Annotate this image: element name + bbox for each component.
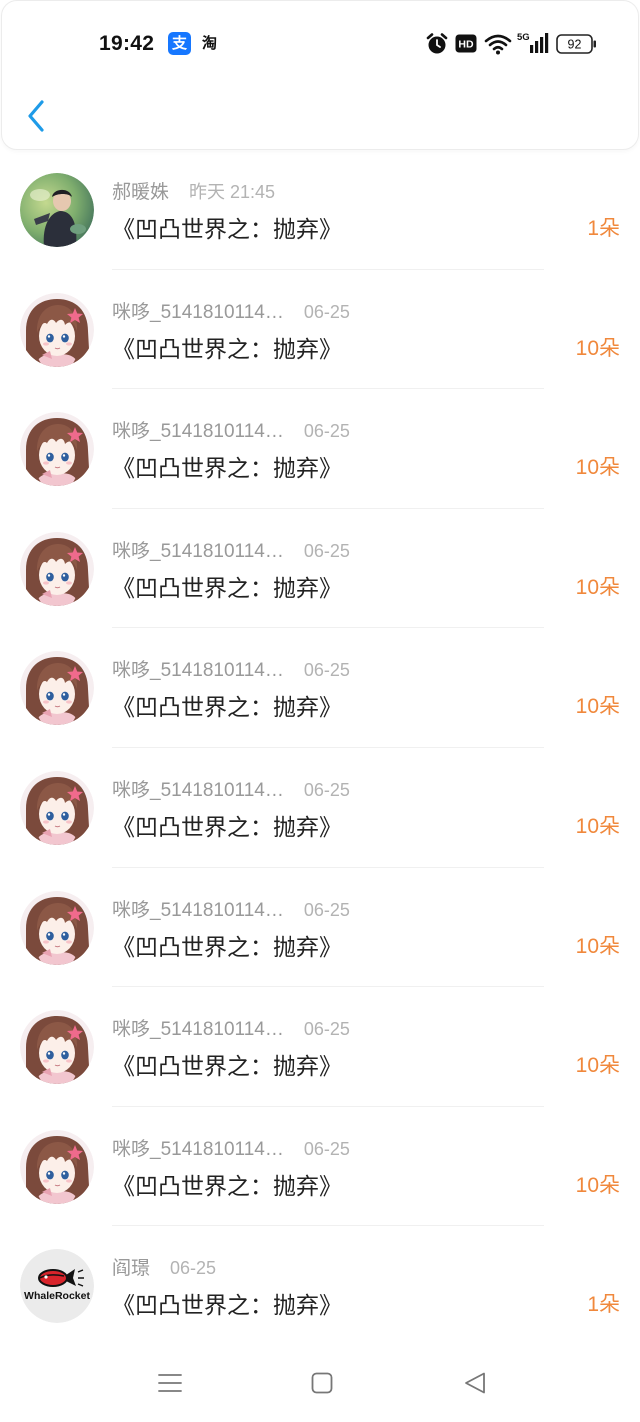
header: 19:42 支 淘 HD 5G 92 xyxy=(1,0,639,150)
anime-girl-avatar[interactable] xyxy=(20,771,94,845)
work-title: 《凹凸世界之：抛弃》 xyxy=(112,1172,342,1199)
hd-badge-icon: HD xyxy=(455,34,477,53)
gift-amount: 10朵 xyxy=(575,456,620,480)
meta-row: 咪哆_5141810114… 06-25 xyxy=(112,419,350,443)
meta-row: 咪哆_5141810114… 06-25 xyxy=(112,300,350,324)
list-item[interactable]: 咪哆_5141810114… 06-25 《凹凸世界之：抛弃》 10朵 xyxy=(0,748,640,868)
work-title: 《凹凸世界之：抛弃》 xyxy=(112,574,342,601)
gift-record-list: 郝暖姝 昨天 21:45 《凹凸世界之：抛弃》 1朵 咪哆_5141810114…… xyxy=(0,150,640,1346)
send-time: 06-25 xyxy=(303,779,350,800)
chevron-left-icon[interactable] xyxy=(22,97,52,135)
anime-girl-avatar[interactable] xyxy=(20,1010,94,1084)
svg-text:HD: HD xyxy=(458,39,474,51)
gift-amount: 10朵 xyxy=(575,695,620,719)
work-title: 《凹凸世界之：抛弃》 xyxy=(112,455,342,482)
list-item[interactable]: 咪哆_5141810114… 06-25 《凹凸世界之：抛弃》 10朵 xyxy=(0,389,640,509)
back-triangle-icon[interactable] xyxy=(462,1370,488,1396)
sender-name: 郝暖姝 xyxy=(112,182,170,203)
send-time: 06-25 xyxy=(303,660,350,681)
meta-row: 咪哆_5141810114… 06-25 xyxy=(112,1017,350,1041)
home-square-icon[interactable] xyxy=(309,1370,335,1396)
meta-row: 咪哆_5141810114… 06-25 xyxy=(112,778,350,802)
menu-icon[interactable] xyxy=(157,1370,183,1396)
work-title: 《凹凸世界之：抛弃》 xyxy=(112,694,342,721)
list-item[interactable]: 咪哆_5141810114… 06-25 《凹凸世界之：抛弃》 10朵 xyxy=(0,987,640,1107)
svg-text:5G: 5G xyxy=(517,32,530,43)
system-nav-bar xyxy=(0,1346,640,1422)
cellular-signal-icon: 5G xyxy=(517,32,549,53)
alipay-icon: 支 xyxy=(168,32,191,55)
photo-avatar[interactable] xyxy=(20,173,94,247)
send-time: 06-25 xyxy=(303,899,350,920)
work-title: 《凹凸世界之：抛弃》 xyxy=(112,1292,342,1319)
alarm-icon xyxy=(426,33,448,54)
svg-text:92: 92 xyxy=(568,38,582,52)
sender-name: 咪哆_5141810114… xyxy=(112,1019,284,1041)
gift-records-screen: 19:42 支 淘 HD 5G 92 郝暖姝 昨天 21:45 《凹凸世界之：抛… xyxy=(0,0,640,1422)
wifi-icon xyxy=(484,34,512,55)
gift-amount: 1朵 xyxy=(587,217,620,240)
send-time: 昨天 21:45 xyxy=(189,182,276,202)
sender-name: 咪哆_5141810114… xyxy=(112,1138,284,1160)
sender-name: 阎璟 xyxy=(112,1258,151,1280)
meta-row: 咪哆_5141810114… 06-25 xyxy=(112,898,350,922)
list-item[interactable]: 咪哆_5141810114… 06-25 《凹凸世界之：抛弃》 10朵 xyxy=(0,270,640,390)
send-time: 06-25 xyxy=(170,1258,217,1279)
gift-amount: 10朵 xyxy=(575,336,620,360)
send-time: 06-25 xyxy=(303,301,350,322)
send-time: 06-25 xyxy=(303,1019,350,1040)
anime-girl-avatar[interactable] xyxy=(20,532,94,606)
sender-name: 咪哆_5141810114… xyxy=(112,540,284,562)
work-title: 《凹凸世界之：抛弃》 xyxy=(112,1053,342,1080)
meta-row: 咪哆_5141810114… 06-25 xyxy=(112,539,350,563)
battery-icon: 92 xyxy=(556,34,596,54)
anime-girl-avatar[interactable] xyxy=(20,1130,94,1204)
status-time: 19:42 xyxy=(99,32,155,55)
gift-amount: 1朵 xyxy=(587,1293,620,1317)
meta-row: 郝暖姝 昨天 21:45 xyxy=(112,180,275,204)
meta-row: 阎璟 06-25 xyxy=(112,1256,216,1280)
list-item[interactable]: 咪哆_5141810114… 06-25 《凹凸世界之：抛弃》 10朵 xyxy=(0,509,640,629)
list-item[interactable]: 咪哆_5141810114… 06-25 《凹凸世界之：抛弃》 10朵 xyxy=(0,868,640,988)
list-item[interactable]: 郝暖姝 昨天 21:45 《凹凸世界之：抛弃》 1朵 xyxy=(0,150,640,270)
work-title: 《凹凸世界之：抛弃》 xyxy=(112,216,342,242)
svg-text:WhaleRocket: WhaleRocket xyxy=(24,1290,90,1302)
work-title: 《凹凸世界之：抛弃》 xyxy=(112,933,342,960)
anime-girl-avatar[interactable] xyxy=(20,891,94,965)
anime-girl-avatar[interactable] xyxy=(20,293,94,367)
anime-girl-avatar[interactable] xyxy=(20,412,94,486)
gift-amount: 10朵 xyxy=(575,814,620,838)
meta-row: 咪哆_5141810114… 06-25 xyxy=(112,1137,350,1161)
sender-name: 咪哆_5141810114… xyxy=(112,660,284,682)
gift-amount: 10朵 xyxy=(575,934,620,958)
list-item[interactable]: 咪哆_5141810114… 06-25 《凹凸世界之：抛弃》 10朵 xyxy=(0,628,640,748)
taobao-icon: 淘 xyxy=(202,35,218,52)
sender-name: 咪哆_5141810114… xyxy=(112,301,284,323)
send-time: 06-25 xyxy=(303,540,350,561)
sender-name: 咪哆_5141810114… xyxy=(112,421,284,443)
gift-amount: 10朵 xyxy=(575,1054,620,1078)
work-title: 《凹凸世界之：抛弃》 xyxy=(112,813,342,840)
whalerocket-logo-avatar[interactable]: WhaleRocket xyxy=(20,1249,94,1324)
list-item[interactable]: WhaleRocket 阎璟 06-25 《凹凸世界之：抛弃》 1朵 xyxy=(0,1226,640,1346)
work-title: 《凹凸世界之：抛弃》 xyxy=(112,335,342,362)
sender-name: 咪哆_5141810114… xyxy=(112,899,284,921)
list-item[interactable]: 咪哆_5141810114… 06-25 《凹凸世界之：抛弃》 10朵 xyxy=(0,1107,640,1227)
gift-amount: 10朵 xyxy=(575,1173,620,1197)
send-time: 06-25 xyxy=(303,421,350,442)
sender-name: 咪哆_5141810114… xyxy=(112,779,284,801)
gift-amount: 10朵 xyxy=(575,575,620,599)
meta-row: 咪哆_5141810114… 06-25 xyxy=(112,658,350,682)
send-time: 06-25 xyxy=(303,1138,350,1159)
anime-girl-avatar[interactable] xyxy=(20,651,94,725)
